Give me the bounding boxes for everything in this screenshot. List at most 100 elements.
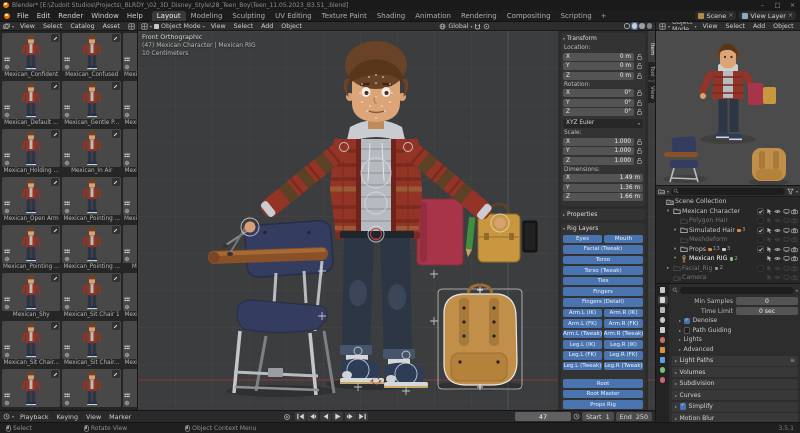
outliner-row-props[interactable]: ▾Props133 — [656, 245, 800, 255]
mini-viewport[interactable] — [655, 31, 800, 185]
prop-section-curves[interactable]: ▸Curves — [672, 390, 798, 400]
exclude-checkbox[interactable] — [757, 246, 764, 253]
transform-field-rotation-x[interactable]: X0° — [563, 89, 634, 97]
transform-field-rotation-z[interactable]: Z0° — [563, 108, 634, 116]
screen-toggle-icon[interactable] — [783, 217, 790, 224]
asset-item-mexican-sit-chair-1[interactable]: Mexican_Sit Chair 1 — [62, 273, 120, 319]
asset-thumbnail[interactable] — [2, 177, 60, 215]
asset-thumbnail[interactable] — [62, 81, 120, 119]
display-size-icon[interactable] — [128, 23, 135, 30]
close-button[interactable]: × — [785, 0, 800, 10]
tab-animation[interactable]: Animation — [410, 11, 456, 21]
asset-thumbnail[interactable] — [2, 81, 60, 119]
mini-menu-object[interactable]: Object — [769, 23, 798, 30]
checkbox-simplify[interactable]: ✓ — [680, 403, 687, 410]
prop-section-path-guiding[interactable]: ▸Path Guiding — [672, 326, 798, 336]
transform-field-scale-y[interactable]: Y1.000 — [563, 147, 634, 155]
asset-thumbnail[interactable] — [123, 369, 138, 407]
viewport-menu-view[interactable]: View — [207, 23, 230, 30]
rig-layer-button-arm-r-ik[interactable]: Arm.R (IK) — [604, 309, 643, 318]
properties-tab-object[interactable] — [658, 346, 668, 354]
view-layer-selector[interactable]: View Layer × — [739, 11, 796, 20]
rig-layer-button-torso-tweak[interactable]: Torso (Tweak) — [563, 266, 643, 275]
prop-field-value[interactable]: 0 sec — [736, 307, 798, 315]
eye-toggle-icon[interactable] — [774, 255, 781, 262]
transform-panel-header[interactable]: ▾Transform — [563, 34, 643, 43]
outliner-row-mexican-rig[interactable]: ▾Mexican RIG2 — [656, 254, 800, 264]
rig-layer-button-eyes[interactable]: Eyes — [563, 235, 602, 244]
rig-layer-button-leg-r-tweak[interactable]: Leg.R (Tweak) — [604, 362, 643, 371]
prop-section-volumes[interactable]: ▸Volumes — [672, 367, 798, 377]
camera-toggle-icon[interactable] — [791, 236, 798, 243]
asset-thumbnail[interactable] — [62, 177, 120, 215]
prop-section-advanced[interactable]: ▸Advanced — [672, 345, 798, 355]
rig-layer-button-leg-r-fk[interactable]: Leg.R (FK) — [604, 351, 643, 360]
eye-toggle-icon[interactable] — [774, 246, 781, 253]
asset-item-mexican-in-air[interactable]: Mexican_In Air — [62, 129, 120, 175]
timeline-menu-view[interactable]: View — [82, 413, 105, 421]
asset-thumbnail[interactable] — [62, 129, 120, 167]
outliner-row-polygon-hair[interactable]: Polygon Hair — [656, 216, 800, 226]
menu-help[interactable]: Help — [123, 12, 147, 20]
prev-keyframe-button[interactable] — [307, 412, 318, 421]
filter-funnel-icon[interactable] — [787, 188, 794, 195]
asset-item-mexican-crossed[interactable]: Mexican_Crossed ... — [123, 33, 138, 79]
asset-thumbnail[interactable] — [62, 273, 120, 311]
camera-toggle-icon[interactable] — [791, 265, 798, 272]
cursor-toggle-icon[interactable] — [766, 217, 773, 224]
shading-solid-icon[interactable] — [632, 23, 638, 29]
jump-end-button[interactable] — [357, 412, 368, 421]
mini-menu-add[interactable]: Add — [749, 23, 769, 30]
editor-type-viewport-icon[interactable] — [141, 23, 148, 30]
asset-item-mexican-confused[interactable]: Mexican_Confused — [62, 33, 120, 79]
camera-toggle-icon[interactable] — [791, 246, 798, 253]
menu-edit[interactable]: Edit — [33, 12, 55, 20]
outliner-search-input[interactable] — [671, 188, 785, 195]
auto-keying-button[interactable] — [282, 412, 293, 421]
eye-toggle-icon[interactable] — [774, 217, 781, 224]
camera-toggle-icon[interactable] — [791, 255, 798, 262]
checkbox-path-guiding[interactable] — [684, 327, 691, 334]
asset-thumbnail[interactable] — [62, 321, 120, 359]
prop-section-light-paths[interactable]: ▸Light Paths≡ — [672, 356, 798, 366]
mini-menu-view[interactable]: View — [699, 23, 722, 30]
lock-icon[interactable] — [636, 72, 643, 80]
mini-menu-select[interactable]: Select — [722, 23, 749, 30]
asset-item[interactable] — [62, 369, 120, 410]
asset-item-mexican-default[interactable]: Mexican_Default ... — [2, 81, 60, 127]
viewport-3d[interactable]: Front Orthographic (47) Mexican Characte… — [138, 31, 655, 410]
tab-layout[interactable]: Layout — [152, 11, 186, 21]
prop-backpack[interactable] — [438, 285, 522, 390]
menu-window[interactable]: Window — [87, 12, 123, 20]
asset-item-mexican-pointing[interactable]: Mexican_Pointing ... — [123, 177, 138, 223]
asset-thumbnail[interactable] — [123, 129, 138, 167]
camera-toggle-icon[interactable] — [791, 208, 798, 215]
asset-thumbnail[interactable] — [123, 225, 138, 263]
rig-layer-button-arm-r-tweak[interactable]: Arm.R (Tweak) — [604, 330, 643, 339]
viewport-menu-select[interactable]: Select — [230, 23, 257, 30]
rig-layer-button-fingers[interactable]: Fingers — [563, 287, 643, 296]
properties-tab-particles[interactable] — [658, 366, 668, 374]
screen-toggle-icon[interactable] — [783, 236, 790, 243]
asset-item-mexican-sit-chair[interactable]: Mexican_Sit Chair... — [2, 321, 60, 367]
asset-menu-view[interactable]: View — [16, 23, 39, 30]
asset-item-mexican-sit-chair[interactable]: Mexican_Sit Chair... — [62, 321, 120, 367]
exclude-checkbox[interactable] — [757, 236, 764, 243]
properties-search-input[interactable] — [680, 287, 794, 294]
next-keyframe-button[interactable] — [345, 412, 356, 421]
jump-start-button[interactable] — [295, 412, 306, 421]
asset-thumbnail[interactable] — [2, 321, 60, 359]
asset-item-mexican-shy[interactable]: Mexican_Shy — [2, 273, 60, 319]
rig-layer-button-leg-l-tweak[interactable]: Leg.L (Tweak) — [563, 362, 602, 371]
rig-layer-button-torso[interactable]: Torso — [563, 256, 643, 265]
screen-toggle-icon[interactable] — [783, 227, 790, 234]
asset-thumbnail[interactable] — [2, 225, 60, 263]
transform-field-dimensions-y[interactable]: Y1.36 m — [563, 184, 643, 192]
properties-tab-tool[interactable] — [658, 286, 668, 294]
tab-modeling[interactable]: Modeling — [186, 11, 228, 21]
prop-section-denoise[interactable]: ▸✓Denoise — [672, 316, 798, 326]
checkbox-denoise[interactable]: ✓ — [684, 318, 691, 325]
expand-icon[interactable]: ▾ — [672, 247, 678, 252]
cursor-toggle-icon[interactable] — [766, 227, 773, 234]
screen-toggle-icon[interactable] — [783, 246, 790, 253]
